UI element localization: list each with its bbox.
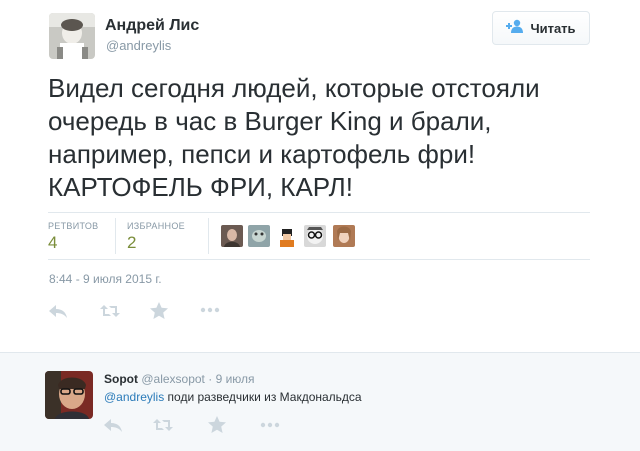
stats-top-divider <box>48 212 590 213</box>
reply-author-name[interactable]: Sopot <box>104 372 138 386</box>
add-user-icon <box>506 19 524 38</box>
reply-icon[interactable] <box>48 303 68 319</box>
author-handle[interactable]: @andreylis <box>106 38 171 53</box>
favoriter-avatar[interactable] <box>221 225 243 247</box>
tweet-text: Видел сегодня людей, которые отстояли оч… <box>48 72 608 204</box>
reply-author-handle[interactable]: @alexsopot <box>141 372 205 386</box>
favoriter-avatar[interactable] <box>333 225 355 247</box>
reply-timestamp[interactable]: 9 июля <box>216 372 255 386</box>
favorite-icon[interactable] <box>208 416 226 433</box>
reply-header: Sopot @alexsopot · 9 июля <box>104 372 255 386</box>
retweet-icon[interactable] <box>152 417 174 433</box>
reply-separator: · <box>208 372 213 386</box>
more-icon[interactable] <box>260 421 280 429</box>
retweets-label[interactable]: РЕТВИТОВ <box>48 221 98 231</box>
favoriter-avatar[interactable] <box>304 225 326 247</box>
author-avatar[interactable] <box>49 13 95 59</box>
tweet-text-line: КАРТОФЕЛЬ ФРИ, КАРЛ! <box>48 172 353 202</box>
tweet-text-line: очередь в час в Burger King и брали, <box>48 106 492 136</box>
follow-button[interactable]: Читать <box>492 11 590 45</box>
main-tweet: Андрей Лис @andreylis Читать Видел сегод… <box>0 0 640 345</box>
reply-mention-link[interactable]: @andreylis <box>104 390 164 404</box>
tweet-text-line: Видел сегодня людей, которые отстояли <box>48 73 540 103</box>
reply-text: @andreylis поди разведчики из Макдональд… <box>104 390 362 404</box>
stats-separator <box>208 218 209 254</box>
stats-separator <box>115 218 116 254</box>
follow-button-label: Читать <box>530 20 576 36</box>
favoriter-avatar[interactable] <box>248 225 270 247</box>
reply-icon[interactable] <box>103 417 123 433</box>
reply-text-body: поди разведчики из Макдональдса <box>164 390 362 404</box>
favorite-icon[interactable] <box>150 302 168 319</box>
favorites-label[interactable]: ИЗБРАННОЕ <box>127 221 185 231</box>
more-icon[interactable] <box>200 306 220 314</box>
favorites-count[interactable]: 2 <box>127 233 136 253</box>
reply-author-avatar[interactable] <box>45 371 93 419</box>
favoriter-avatar[interactable] <box>276 225 298 247</box>
author-name[interactable]: Андрей Лис <box>105 17 199 35</box>
retweet-icon[interactable] <box>99 303 121 319</box>
retweets-count[interactable]: 4 <box>48 233 57 253</box>
tweet-timestamp[interactable]: 8:44 - 9 июля 2015 г. <box>49 272 162 286</box>
stats-bottom-divider <box>48 259 590 260</box>
tweet-text-line: например, пепси и картофель фри! <box>48 139 476 169</box>
